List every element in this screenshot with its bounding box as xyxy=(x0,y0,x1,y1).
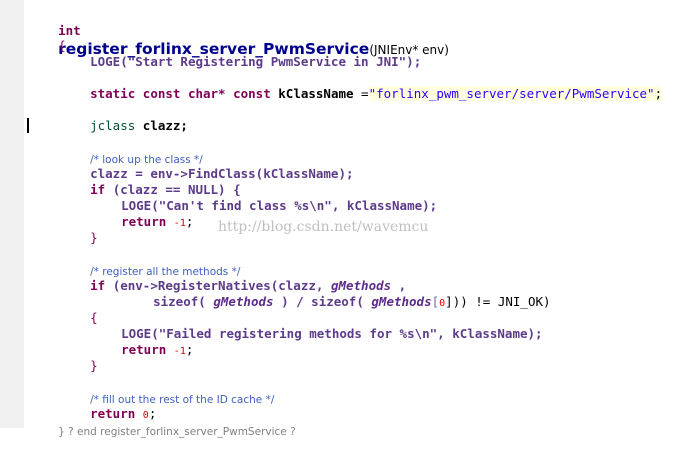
close-brace-if-1: } xyxy=(60,214,98,245)
function-signature: int register_forlinx_server_PwmService(J… xyxy=(28,4,449,58)
assign-op: = xyxy=(353,86,369,101)
sizeof-part-c: [ xyxy=(431,294,440,309)
static-decl-prefix: static const char* const xyxy=(90,86,279,101)
register-comment-line: /* register all the methods */ xyxy=(60,247,240,278)
log-failed-line: LOGE("Failed registering methods for %s\… xyxy=(91,310,542,341)
register-natives-line: if (env->RegisterNatives(clazz, gMethods… xyxy=(90,278,407,293)
log-cant-find-line: LOGE("Can't find class %s\n", kClassName… xyxy=(91,182,437,213)
text-cursor xyxy=(27,118,29,133)
find-class-line: clazz = env->FindClass(kClassName); xyxy=(60,150,353,181)
sizeof-part-d: ])) != JNI_OK) xyxy=(445,294,551,309)
class-name-declaration: static const char* const kClassName ="fo… xyxy=(60,70,663,101)
close-brace-char: } xyxy=(90,230,98,245)
return-semicolon: ; xyxy=(185,214,194,229)
close-brace-char-2: } xyxy=(90,358,98,373)
log-start-line: LOGE("Start Registering PwmService in JN… xyxy=(60,38,421,69)
gmethods-sizeof-1: gMethods xyxy=(213,294,274,309)
class-path-string: "forlinx_pwm_server/server/PwmService" xyxy=(368,86,655,101)
sizeof-part-b: ) / sizeof( xyxy=(273,294,372,309)
kclassname-identifier: kClassName xyxy=(278,86,354,101)
clazz-var: clazz; xyxy=(142,118,188,133)
if-null-line: if (clazz == NULL) { xyxy=(60,166,241,197)
gmethods-sizeof-2: gMethods xyxy=(371,294,432,309)
return-neg-one-line-1: return -1; xyxy=(91,198,193,229)
log-start-call: LOGE("Start Registering PwmService in JN… xyxy=(90,54,422,69)
lookup-comment-line: /* look up the class */ xyxy=(60,135,203,166)
return-keyword-2: return xyxy=(121,342,174,357)
sizeof-part-a: sizeof( xyxy=(153,294,214,309)
return-semicolon-2: ; xyxy=(185,342,194,357)
end-fold-line[interactable]: } ? end register_forlinx_server_PwmServi… xyxy=(28,407,296,438)
jclass-declaration: jclass clazz; xyxy=(60,102,188,133)
return-keyword: return xyxy=(121,214,174,229)
open-brace: { xyxy=(28,22,66,53)
return-neg-one-line-2: return -1; xyxy=(91,326,193,357)
neg-one-literal: -1 xyxy=(173,218,186,229)
if-keyword-2: if xyxy=(90,278,113,293)
return-zero-line: return 0; xyxy=(60,390,156,421)
jclass-type: jclass xyxy=(90,118,143,133)
watermark-url: http://blog.csdn.net/wavemcu xyxy=(218,219,429,235)
neg-one-literal-2: -1 xyxy=(173,346,186,357)
close-brace-if-2: } xyxy=(60,342,98,373)
sizeof-line: sizeof( gMethods ) / sizeof( gMethods[0]… xyxy=(123,278,550,309)
fill-comment-line: /* fill out the rest of the ID cache */ xyxy=(60,375,274,406)
open-brace-if-2: { xyxy=(60,294,98,325)
code-editor[interactable]: int register_forlinx_server_PwmService(J… xyxy=(0,0,695,438)
decl-semicolon: ; xyxy=(654,86,663,101)
